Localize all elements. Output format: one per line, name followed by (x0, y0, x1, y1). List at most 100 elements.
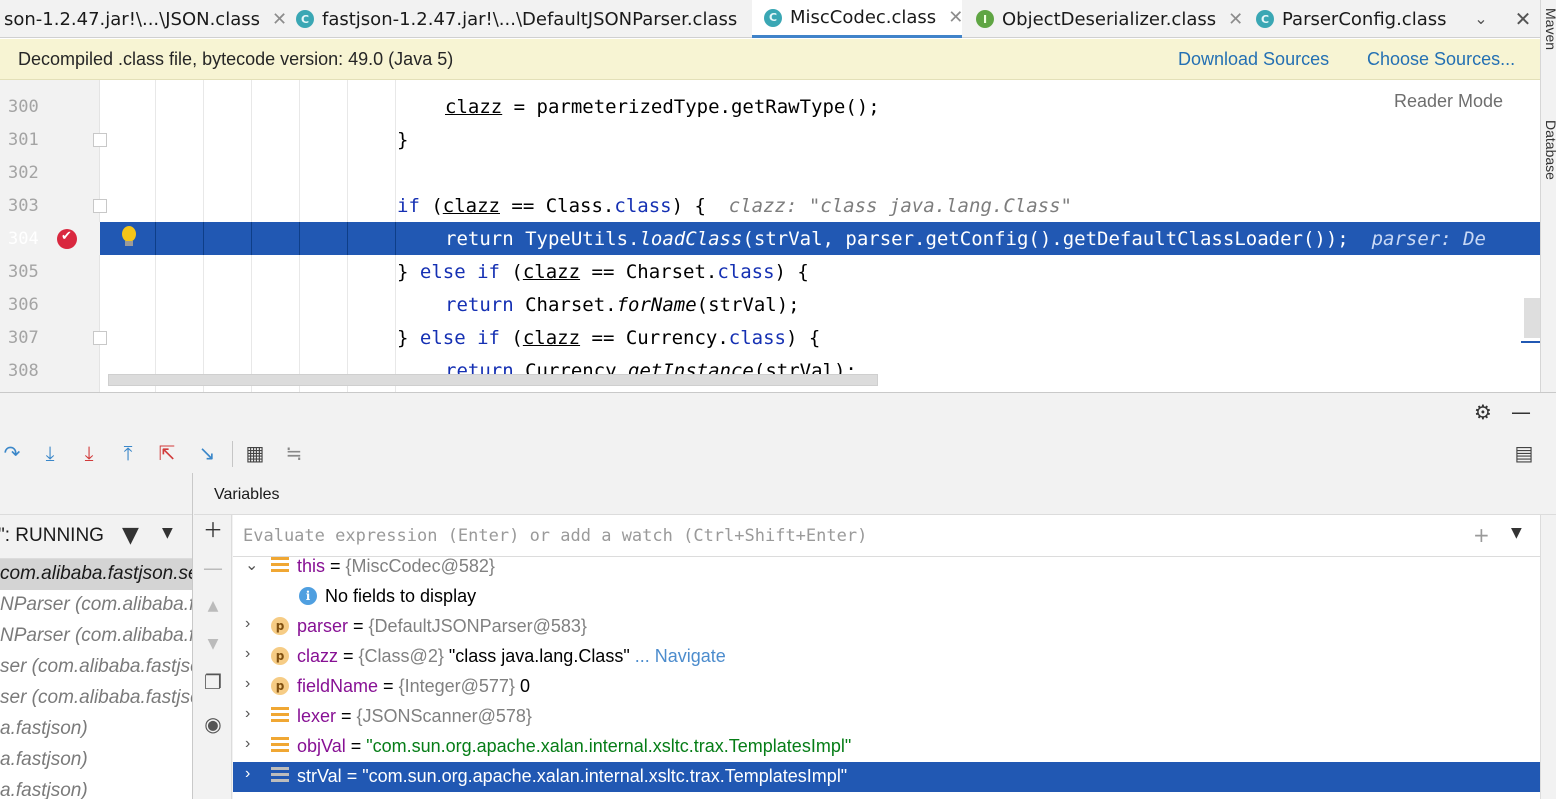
code-line[interactable]: 306 return Charset.forName(strVal); (0, 288, 1540, 321)
variable-row[interactable]: › p clazz = {Class@2} "class java.lang.Cla… (233, 642, 1540, 672)
variable-row[interactable]: › objVal = "com.sun.org.apache.xalan.inte… (233, 732, 1540, 762)
close-icon[interactable]: ✕ (948, 7, 962, 28)
filter-icon[interactable]: ▼ (122, 523, 139, 548)
stack-frame[interactable]: NParser (com.alibaba.f (0, 621, 192, 652)
thread-status: ": RUNNING (0, 525, 104, 546)
navigate-link[interactable]: ... Navigate (630, 646, 726, 666)
field-icon (271, 767, 289, 785)
chevron-right-icon[interactable]: › (245, 645, 250, 663)
code-line[interactable]: 305} else if (clazz == Charset.class) { (0, 255, 1540, 288)
evaluate-expression-icon[interactable]: ▦ (241, 439, 269, 467)
minimize-icon[interactable]: — (1508, 399, 1534, 425)
move-down-icon[interactable]: ▼ (200, 631, 226, 657)
parameter-icon: p (271, 617, 289, 635)
code-line[interactable]: 307} else if (clazz == Currency.class) { (0, 321, 1540, 354)
vertical-scrollbar[interactable] (1524, 298, 1540, 338)
variable-row[interactable]: ⌄ this = {MiscCodec@582} (233, 557, 1540, 582)
chevron-down-icon[interactable]: ⌄ (245, 557, 258, 575)
variable-row[interactable]: › strVal = "com.sun.org.apache.xalan.inte… (233, 762, 1540, 792)
step-into-icon[interactable]: ⤓ (36, 439, 64, 467)
tab-json-class[interactable]: son-1.2.47.jar!\...\JSON.class ✕ (4, 0, 288, 38)
tab-misccodec-class[interactable]: C MiscCodec.class ✕ (752, 0, 962, 38)
maven-tool-button[interactable]: Maven (1543, 8, 1556, 50)
chevron-right-icon[interactable]: › (245, 765, 250, 783)
interface-icon: I (976, 10, 994, 28)
code-line[interactable]: 303 if (clazz == Class.class) { clazz: "c… (0, 189, 1540, 222)
close-icon[interactable]: ✕ (1510, 6, 1536, 32)
debug-toolbar: ↷ ⤓ ⤓ ⤒ ⇱ ↘ ▦ ≒ ▤ (0, 433, 1556, 473)
code-text: return TypeUtils.loadClass(strVal, parse… (445, 228, 1486, 250)
fold-marker-icon[interactable] (93, 133, 107, 147)
right-tool-strip: Maven Database (1540, 0, 1556, 396)
chevron-down-icon[interactable]: ⌄ (1468, 6, 1494, 32)
fold-marker-icon[interactable] (93, 331, 107, 345)
code-line[interactable]: 300 clazz = parmeterizedType.getRawType()… (0, 90, 1540, 123)
close-icon[interactable]: ✕ (1228, 9, 1243, 30)
lightbulb-icon[interactable] (121, 226, 137, 250)
variable-row[interactable]: › lexer = {JSONScanner@578} (233, 702, 1540, 732)
chevron-right-icon[interactable]: › (245, 615, 250, 633)
tab-label: MiscCodec.class (790, 7, 937, 28)
evaluate-expression-input[interactable] (243, 523, 1443, 549)
chevron-down-icon[interactable]: ▼ (162, 525, 173, 541)
database-tool-button[interactable]: Database (1543, 120, 1556, 180)
current-execution-line[interactable]: 304 return TypeUtils.loadClass(strVal, pa… (0, 222, 1540, 255)
variable-text: fieldName = {Integer@577} 0 (297, 676, 530, 696)
stack-frame[interactable]: a.fastjson) (0, 745, 192, 776)
breakpoint-icon[interactable] (57, 229, 77, 249)
gear-icon[interactable]: ⚙ (1470, 399, 1496, 425)
code-text: } else if (clazz == Charset.class) { (397, 261, 809, 283)
tab-parserconfig-class[interactable]: C ParserConfig.class (1256, 0, 1456, 38)
stack-frame[interactable]: NParser (com.alibaba.f (0, 590, 192, 621)
variable-row[interactable]: i No fields to display (233, 582, 1540, 612)
chevron-down-icon[interactable]: ▼ (1511, 525, 1522, 541)
trace-current-stream-icon[interactable]: ≒ (280, 439, 308, 467)
variable-row[interactable]: › p parser = {DefaultJSONParser@583} (233, 612, 1540, 642)
stack-frame[interactable]: ser (com.alibaba.fastjsc (0, 683, 192, 714)
move-up-icon[interactable]: ▲ (200, 593, 226, 619)
variables-title: Variables (214, 486, 280, 503)
variable-text: lexer = {JSONScanner@578} (297, 706, 532, 726)
variable-text: No fields to display (325, 586, 477, 606)
download-sources-link[interactable]: Download Sources (1178, 49, 1329, 70)
stack-frame[interactable]: ser (com.alibaba.fastjsc (0, 652, 192, 683)
step-out-icon[interactable]: ⤒ (114, 439, 142, 467)
tab-objectdeserializer-class[interactable]: I ObjectDeserializer.class ✕ (976, 0, 1246, 38)
drop-frame-icon[interactable]: ⇱ (153, 439, 181, 467)
field-icon (271, 707, 289, 725)
debug-panel: ⚙ — ↷ ⤓ ⤓ ⤒ ⇱ ↘ ▦ ≒ ▤ ": RUNNING ▼ ▼ com… (0, 392, 1556, 799)
line-number: 302 (8, 163, 39, 183)
stack-frame[interactable]: a.fastjson) (0, 714, 192, 745)
remove-watch-icon[interactable]: — (200, 555, 226, 581)
chevron-right-icon[interactable]: › (245, 675, 250, 693)
stack-frame[interactable]: com.alibaba.fastjson.ser (0, 559, 192, 590)
stack-frame[interactable]: a.fastjson) (0, 776, 192, 799)
close-icon[interactable]: ✕ (272, 9, 287, 30)
layout-icon[interactable]: ▤ (1510, 439, 1538, 467)
chevron-right-icon[interactable]: › (245, 705, 250, 723)
banner-message: Decompiled .class file, bytecode version… (18, 49, 454, 69)
horizontal-scrollbar[interactable] (108, 374, 878, 386)
class-icon: C (296, 10, 314, 28)
toolbar-separator (232, 441, 233, 467)
eye-icon[interactable]: ◉ (200, 711, 226, 737)
step-over-icon[interactable]: ↷ (0, 439, 26, 467)
thread-selector[interactable]: ": RUNNING ▼ ▼ (0, 515, 192, 559)
add-watch-icon[interactable]: ＋ (200, 517, 226, 543)
add-to-watches-icon[interactable]: + (1473, 523, 1490, 547)
reader-mode-button[interactable]: Reader Mode (1394, 91, 1503, 112)
tab-defaultjsonparser-class[interactable]: C fastjson-1.2.47.jar!\...\DefaultJSONPa… (296, 0, 748, 38)
force-step-into-icon[interactable]: ⤓ (75, 439, 103, 467)
code-line[interactable]: 302 (0, 156, 1540, 189)
code-editor[interactable]: 300 clazz = parmeterizedType.getRawType()… (0, 80, 1540, 392)
code-line[interactable]: 301} (0, 123, 1540, 156)
variable-row[interactable]: › p fieldName = {Integer@577} 0 (233, 672, 1540, 702)
copy-icon[interactable]: ❐ (200, 669, 226, 695)
fold-marker-icon[interactable] (93, 199, 107, 213)
variable-text: parser = {DefaultJSONParser@583} (297, 616, 587, 636)
indent-guide (347, 222, 348, 255)
chevron-right-icon[interactable]: › (245, 735, 250, 753)
run-to-cursor-icon[interactable]: ↘ (193, 439, 221, 467)
indent-guide (299, 222, 300, 255)
choose-sources-link[interactable]: Choose Sources... (1367, 49, 1515, 70)
